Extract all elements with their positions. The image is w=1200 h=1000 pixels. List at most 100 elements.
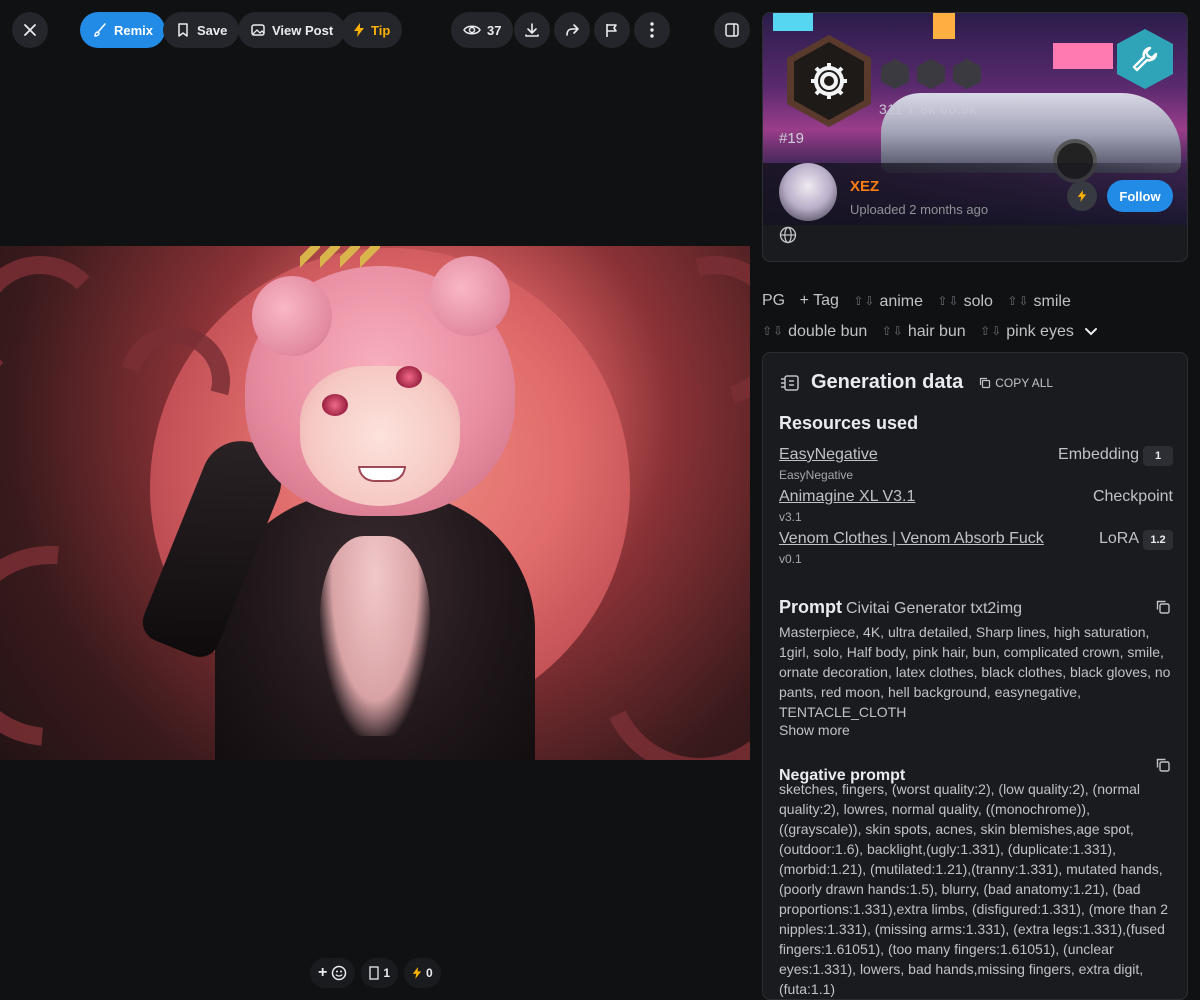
tag-list: PG + Tag ⇧⇩ anime ⇧⇩ solo ⇧⇩ smile ⇧⇩ double… xyxy=(762,286,1188,346)
bookmark-icon xyxy=(178,23,188,37)
creator-stats: 311 7.8k 60.9k xyxy=(879,101,977,117)
vote-arrows-icon[interactable]: ⇧⇩ xyxy=(762,317,784,346)
tip-label: Tip xyxy=(371,22,391,38)
copy-icon[interactable] xyxy=(1155,757,1171,773)
show-more-link[interactable]: Show more xyxy=(779,722,850,738)
chevron-down-icon[interactable] xyxy=(1084,327,1098,337)
banner-sign xyxy=(773,13,813,31)
prompt-source: Civitai Generator txt2img xyxy=(846,600,1023,617)
report-button[interactable] xyxy=(594,12,630,48)
copy-icon[interactable] xyxy=(1155,599,1171,615)
remix-label: Remix xyxy=(114,22,154,38)
banner-sign xyxy=(1053,43,1113,69)
resource-type: LoRA xyxy=(1098,530,1139,547)
close-button[interactable] xyxy=(12,12,48,48)
view-post-button[interactable]: View Post xyxy=(238,12,346,48)
bolt-icon xyxy=(354,23,364,37)
tip-button[interactable]: Tip xyxy=(341,12,403,48)
vote-arrows-icon[interactable]: ⇧⇩ xyxy=(853,287,875,316)
smiley-icon xyxy=(332,965,347,981)
copy-all-button[interactable]: COPY ALL xyxy=(979,376,1053,390)
layout-sidebar-icon xyxy=(725,23,739,37)
prompt-label: Prompt xyxy=(779,597,842,617)
tag-item[interactable]: ⇧⇩ anime xyxy=(853,287,923,316)
resource-weight: 1 xyxy=(1143,446,1173,466)
download-icon xyxy=(525,23,539,37)
vote-arrows-icon[interactable]: ⇧⇩ xyxy=(937,287,959,316)
vote-arrows-icon[interactable]: ⇧⇩ xyxy=(1007,287,1029,316)
tag-label: anime xyxy=(879,293,924,310)
bolt-icon xyxy=(412,967,422,979)
follow-button[interactable]: Follow xyxy=(1107,180,1173,212)
tip-creator-button[interactable] xyxy=(1067,181,1097,211)
flag-icon xyxy=(606,24,617,37)
eye-icon xyxy=(463,25,481,35)
vote-arrows-icon[interactable]: ⇧⇩ xyxy=(882,317,904,346)
gear-icon xyxy=(811,63,847,99)
tag-item[interactable]: ⇧⇩ double bun xyxy=(762,317,867,346)
tag-item[interactable]: ⇧⇩ pink eyes xyxy=(980,317,1098,346)
copy-all-label: COPY ALL xyxy=(995,375,1054,390)
brush-icon xyxy=(94,23,106,37)
tag-label: pink eyes xyxy=(1006,323,1074,340)
creator-username[interactable]: XEZ xyxy=(850,178,879,195)
tag-item[interactable]: ⇧⇩ smile xyxy=(1007,287,1070,316)
bolt-icon xyxy=(1077,190,1087,202)
add-reaction-button[interactable]: + xyxy=(310,958,356,988)
share-icon xyxy=(566,24,579,36)
tag-label: double bun xyxy=(788,323,868,340)
rating-tag[interactable]: PG xyxy=(762,286,785,315)
views-counter: 37 xyxy=(451,12,514,48)
prompt-header: Prompt Civitai Generator txt2img xyxy=(779,597,1173,618)
buzz-tip-count[interactable]: 0 xyxy=(404,958,441,988)
globe-icon[interactable] xyxy=(779,226,797,249)
tag-item[interactable]: ⇧⇩ hair bun xyxy=(882,317,966,346)
creator-rank: #19 xyxy=(779,130,805,147)
generation-title: Generation data xyxy=(811,371,964,393)
figure-face xyxy=(300,366,460,506)
save-button[interactable]: Save xyxy=(163,12,240,48)
reactions-bar: + 1 0 xyxy=(310,958,441,988)
tag-item[interactable]: ⇧⇩ solo xyxy=(937,287,992,316)
resource-link[interactable]: Venom Clothes | Venom Absorb Fuck xyxy=(779,530,1044,548)
negative-prompt-text: sketches, fingers, (worst quality:2), (l… xyxy=(779,781,1169,997)
tentacle-shape xyxy=(612,246,750,434)
rating-label: PG xyxy=(762,292,786,309)
upload-date: Uploaded 2 months ago xyxy=(850,202,989,217)
avatar[interactable] xyxy=(779,163,837,221)
remix-button[interactable]: Remix xyxy=(80,12,166,48)
image-toolbar: Remix Save View Post Tip 37 xyxy=(0,12,750,48)
tag-label: hair bun xyxy=(907,323,966,340)
resource-weight: 1.2 xyxy=(1143,530,1173,550)
more-options-button[interactable] xyxy=(634,12,670,48)
resource-version: EasyNegative xyxy=(779,468,854,482)
copy-icon xyxy=(980,377,991,388)
figure-eye-left xyxy=(322,394,348,416)
views-count: 37 xyxy=(487,22,502,38)
photo-icon xyxy=(251,24,265,36)
buzz-count: 0 xyxy=(426,966,433,980)
resource-type: Embedding xyxy=(1058,446,1139,463)
vote-arrows-icon[interactable]: ⇧⇩ xyxy=(980,317,1002,346)
resource-version: v0.1 xyxy=(779,552,802,566)
toggle-sidebar-button[interactable] xyxy=(714,12,750,48)
download-button[interactable] xyxy=(514,12,550,48)
share-button[interactable] xyxy=(554,12,590,48)
tag-label: solo xyxy=(963,293,993,310)
image-count-badge[interactable]: 1 xyxy=(361,958,399,988)
generation-data-card: Generation data COPY ALL Resources used … xyxy=(762,352,1188,1000)
close-icon xyxy=(24,24,36,36)
banner-sign xyxy=(933,13,955,39)
resource-link[interactable]: EasyNegative xyxy=(779,446,878,464)
wrench-icon xyxy=(1132,46,1158,72)
image-count: 1 xyxy=(383,966,391,980)
add-tag-button[interactable]: + Tag xyxy=(800,286,839,315)
creator-badge-inner xyxy=(794,42,864,120)
resource-row: Animagine XL V3.1 v3.1 Checkpoint xyxy=(779,488,1173,528)
image-stack-icon xyxy=(369,966,379,980)
resource-link[interactable]: Animagine XL V3.1 xyxy=(779,488,915,506)
generation-icon xyxy=(781,374,799,391)
plus-icon: + xyxy=(318,964,328,981)
prompt-text: Masterpiece, 4K, ultra detailed, Sharp l… xyxy=(779,624,1171,720)
resources-title: Resources used xyxy=(779,413,919,433)
